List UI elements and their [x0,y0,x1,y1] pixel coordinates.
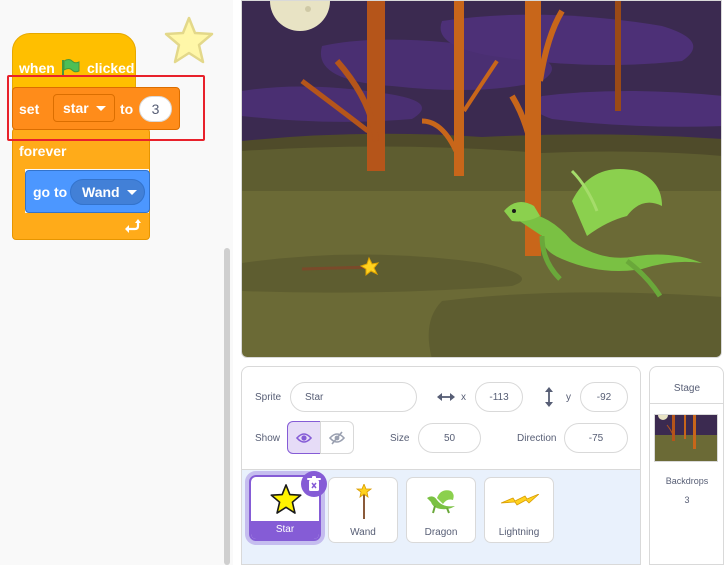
eye-icon [296,432,312,443]
star-thumbnail-icon [270,484,302,514]
sprite-name-input[interactable]: Star [290,382,417,412]
size-label: Size [390,433,410,444]
show-visible-button[interactable] [287,421,321,454]
chevron-down-icon [126,189,137,195]
stage-selector[interactable]: Stage Backdrops 3 [649,366,724,565]
forest-backdrop [242,1,721,357]
go-to-target-value: Wand [82,184,120,200]
go-to-label: go to [33,184,68,200]
backdrops-count: 3 [684,495,690,505]
vertical-arrows-icon [545,387,553,407]
x-label: x [461,392,466,403]
x-input[interactable]: -113 [475,382,523,412]
eye-off-icon [329,430,345,445]
code-scrollbar[interactable] [224,248,230,565]
sprite-tile-name: Dragon [424,527,458,538]
clicked-label: clicked [87,60,135,76]
sprite-star-icon [164,16,214,64]
size-input[interactable]: 50 [418,423,481,453]
sprite-tile-name: Star [251,521,319,539]
sprite-tile-lightning[interactable]: Lightning [484,477,554,543]
y-input[interactable]: -92 [580,382,628,412]
direction-input[interactable]: -75 [564,423,628,453]
forever-label: forever [19,143,67,159]
lightning-thumbnail-icon [501,494,539,506]
go-to-block[interactable]: go to Wand [25,170,150,213]
show-label: Show [255,433,281,444]
direction-label: Direction [517,433,557,444]
go-to-target-dropdown[interactable]: Wand [70,179,145,205]
show-hidden-button[interactable] [320,421,354,454]
y-label: y [566,392,571,403]
sprite-tile-dragon[interactable]: Dragon [406,477,476,543]
wand-thumbnail-icon [355,484,373,519]
divider [650,403,724,404]
sprite-label: Sprite [255,392,282,403]
forest-backdrop-thumbnail [655,415,717,461]
backdrop-thumbnail[interactable] [654,414,718,462]
delete-sprite-button[interactable] [301,471,327,497]
backdrops-label: Backdrops [665,476,709,486]
dragon-thumbnail-icon [427,490,455,514]
sprite-tile-wand[interactable]: Wand [328,477,398,543]
sprite-tile-name: Wand [350,527,376,538]
trash-icon [307,476,321,491]
when-label: when [19,60,55,76]
loop-arrow-icon [125,219,141,233]
stage-canvas[interactable] [241,0,722,358]
sprite-tile-name: Lightning [498,527,540,538]
horizontal-arrows-icon [437,393,455,401]
stage-pane-title: Stage [673,383,701,394]
highlight-box [7,75,205,141]
